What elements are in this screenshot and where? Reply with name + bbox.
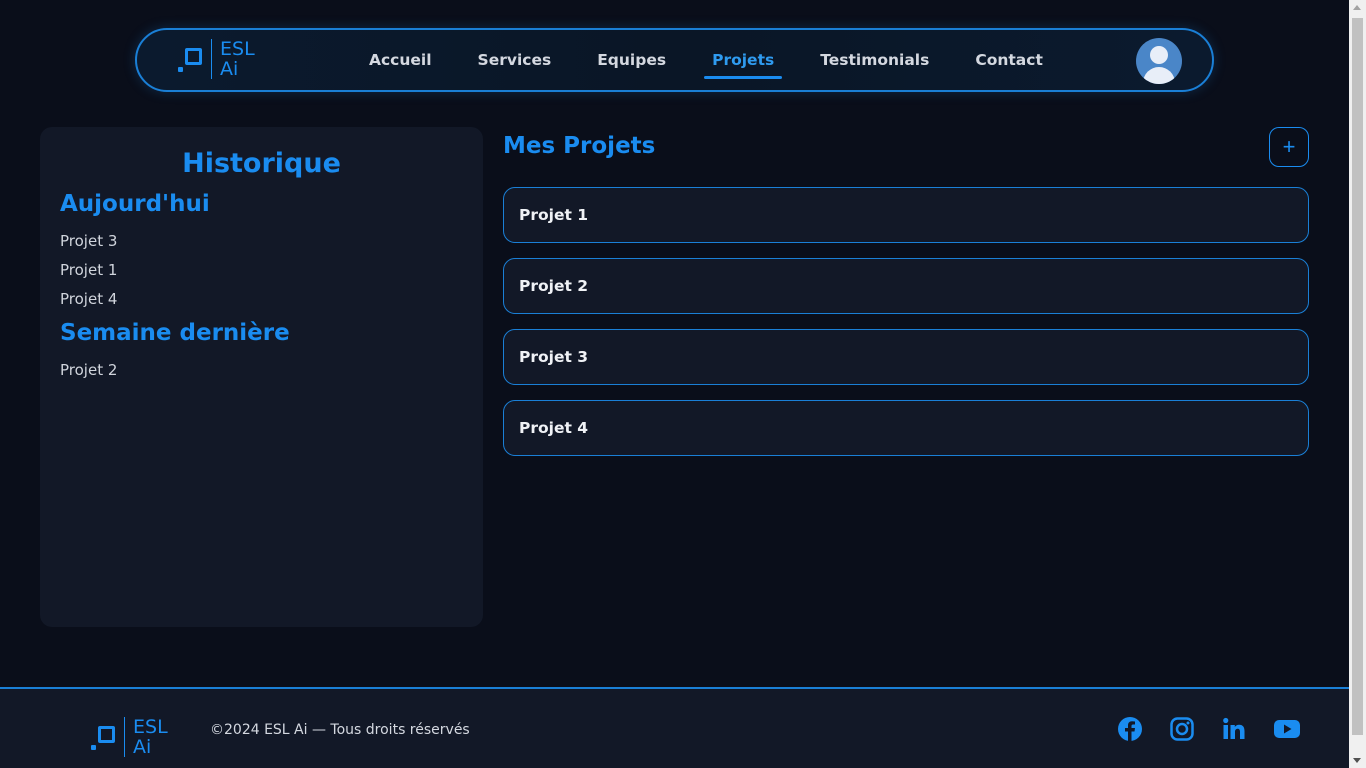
navbar: ESL Ai Accueil Services Equipes Projets …: [135, 28, 1214, 92]
project-card[interactable]: Projet 2: [503, 258, 1309, 314]
nav-link-projets[interactable]: Projets: [704, 30, 783, 90]
page-scrollbar[interactable]: [1349, 0, 1366, 768]
history-item[interactable]: Projet 1: [60, 256, 463, 285]
scroll-down-icon[interactable]: [1353, 758, 1361, 763]
social-links: [1091, 716, 1300, 742]
history-item[interactable]: Projet 2: [60, 356, 463, 385]
scroll-thumb[interactable]: [1352, 18, 1363, 735]
project-list: Projet 1 Projet 2 Projet 3 Projet 4: [503, 187, 1309, 471]
instagram-icon[interactable]: [1169, 716, 1195, 742]
logo-text-line1: ESL: [133, 716, 168, 738]
logo-text-line2: Ai: [133, 736, 152, 758]
project-card[interactable]: Projet 3: [503, 329, 1309, 385]
history-item[interactable]: Projet 3: [60, 227, 463, 256]
history-item[interactable]: Projet 4: [60, 285, 463, 314]
logo-icon: [177, 44, 207, 74]
nav-link-contact[interactable]: Contact: [975, 30, 1043, 90]
history-panel: Historique Aujourd'hui Projet 3 Projet 1…: [40, 127, 483, 627]
footer: ESL Ai ©2024 ESL Ai — Tous droits réserv…: [0, 687, 1349, 768]
history-title: Historique: [182, 148, 341, 179]
brand-logo[interactable]: ESL Ai: [177, 39, 255, 79]
project-card[interactable]: Projet 1: [503, 187, 1309, 243]
projects-title: Mes Projets: [503, 133, 656, 159]
logo-icon: [90, 722, 120, 752]
avatar-head-icon: [1150, 46, 1168, 64]
youtube-icon[interactable]: [1273, 716, 1300, 742]
nav-link-testimonials[interactable]: Testimonials: [820, 30, 929, 90]
history-group-last-week: Semaine dernière: [60, 320, 290, 346]
add-project-button[interactable]: +: [1269, 127, 1309, 167]
linkedin-icon[interactable]: [1221, 716, 1247, 742]
user-avatar[interactable]: [1136, 38, 1182, 84]
avatar-body-icon: [1143, 67, 1175, 84]
facebook-icon[interactable]: [1117, 716, 1143, 742]
footer-logo[interactable]: ESL Ai: [90, 717, 168, 757]
nav-link-services[interactable]: Services: [478, 30, 552, 90]
logo-divider: [124, 717, 125, 757]
logo-divider: [211, 39, 212, 79]
nav-link-accueil[interactable]: Accueil: [369, 30, 432, 90]
scroll-up-icon[interactable]: [1353, 5, 1361, 10]
logo-text: ESL Ai: [133, 717, 168, 757]
project-card[interactable]: Projet 4: [503, 400, 1309, 456]
nav-links: Accueil Services Equipes Projets Testimo…: [369, 30, 1089, 90]
history-group-today: Aujourd'hui: [60, 191, 210, 217]
logo-text-line1: ESL: [220, 38, 255, 60]
logo-text-line2: Ai: [220, 58, 239, 80]
nav-link-equipes[interactable]: Equipes: [597, 30, 666, 90]
copyright-text: ©2024 ESL Ai — Tous droits réservés: [210, 722, 470, 738]
logo-text: ESL Ai: [220, 39, 255, 79]
